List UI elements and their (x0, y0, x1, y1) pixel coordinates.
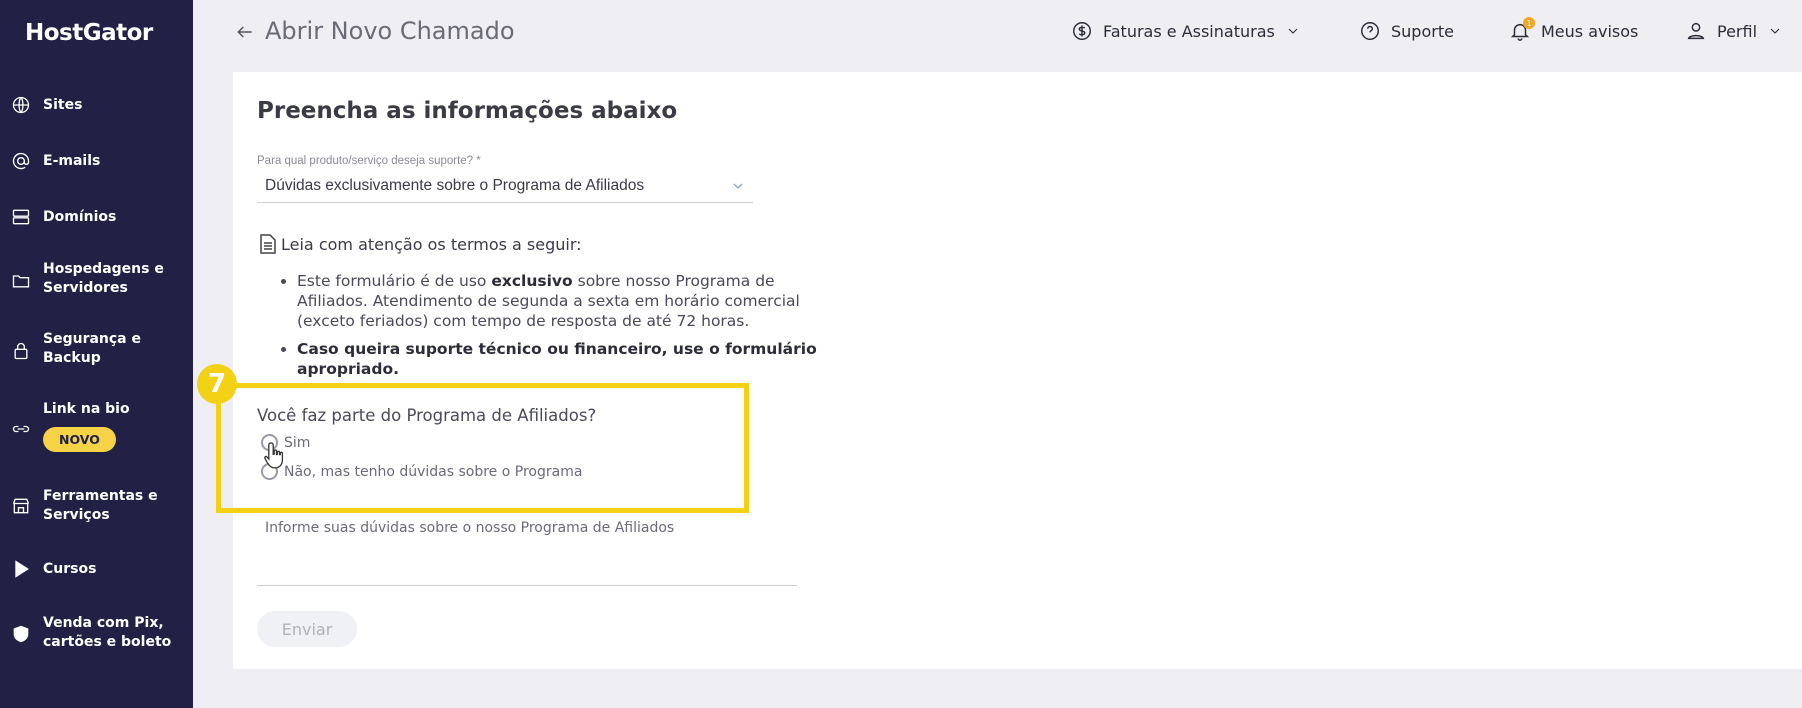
link-icon (10, 418, 32, 440)
term-item: Caso queira suporte técnico ou financeir… (297, 339, 817, 379)
sidebar-item-emails[interactable]: E-mails (0, 150, 193, 174)
shield-icon (10, 623, 32, 645)
notification-count: 1 (1523, 17, 1535, 29)
user-icon (1687, 22, 1705, 40)
terms-title: Leia com atenção os termos a seguir: (281, 234, 582, 254)
step-number-badge: 7 (197, 364, 237, 404)
dollar-icon (1073, 22, 1091, 40)
sidebar-item-label: Hospedagens e Servidores (43, 261, 164, 296)
page-title: Abrir Novo Chamado (265, 17, 515, 45)
sidebar-item-label: Link na bio (43, 401, 130, 417)
sidebar-item-security[interactable]: Segurança e Backup (0, 330, 193, 370)
at-icon (10, 150, 32, 172)
notifications-menu[interactable]: 1 Meus avisos (1509, 17, 1639, 42)
server-icon (10, 206, 32, 228)
sidebar-item-link-bio[interactable]: Link na bio NOVO (0, 400, 193, 460)
form-card: Preencha as informações abaixo Para qual… (233, 72, 1802, 669)
support-menu[interactable]: Suporte (1359, 20, 1454, 42)
chevron-down-icon (733, 183, 743, 189)
submit-button[interactable]: Enviar (257, 611, 357, 647)
notifications-label: Meus avisos (1541, 21, 1639, 41)
help-icon (1361, 22, 1379, 40)
sidebar-item-hosting[interactable]: Hospedagens e Servidores (0, 260, 193, 300)
logo[interactable]: HostGator (25, 20, 153, 46)
folder-icon (10, 270, 32, 292)
sidebar-item-label: Sites (43, 97, 83, 113)
globe-icon (10, 94, 32, 116)
sidebar: HostGator Sites E-mails Domínios Hospeda… (0, 0, 193, 708)
lock-icon (10, 340, 32, 362)
profile-menu[interactable]: Perfil (1685, 20, 1783, 42)
sidebar-item-label: Segurança e Backup (43, 331, 141, 366)
product-select-label: Para qual produto/serviço deseja suporte… (257, 155, 481, 167)
term-item: Este formulário é de uso exclusivo sobre… (297, 271, 817, 331)
sidebar-item-label: Domínios (43, 209, 117, 225)
play-icon (10, 558, 32, 580)
support-label: Suporte (1391, 21, 1454, 41)
form-heading: Preencha as informações abaixo (257, 98, 678, 124)
product-select-value: Dúvidas exclusivamente sobre o Programa … (265, 177, 645, 194)
textarea-placeholder: Informe suas dúvidas sobre o nosso Progr… (265, 520, 675, 536)
tutorial-highlight-box (216, 383, 749, 513)
document-icon (260, 234, 276, 254)
sidebar-item-label: Venda com Pix, cartões e boleto (43, 615, 172, 650)
sidebar-item-label: Cursos (43, 561, 97, 577)
terms-list: Este formulário é de uso exclusivo sobre… (257, 271, 817, 387)
back-arrow-icon[interactable] (235, 22, 255, 42)
sidebar-item-courses[interactable]: Cursos (0, 558, 193, 582)
sidebar-item-tools[interactable]: Ferramentas e Serviços (0, 487, 193, 527)
chevron-down-icon (1288, 28, 1298, 34)
sidebar-item-label: E-mails (43, 153, 101, 169)
store-icon (10, 495, 32, 517)
profile-label: Perfil (1717, 21, 1758, 41)
sidebar-item-domains[interactable]: Domínios (0, 206, 193, 230)
top-bar: Abrir Novo Chamado Faturas e Assinaturas… (193, 0, 1802, 64)
sidebar-item-label: Ferramentas e Serviços (43, 488, 158, 523)
billing-label: Faturas e Assinaturas (1103, 21, 1275, 41)
new-badge: NOVO (43, 427, 116, 452)
terms-heading: Leia com atenção os termos a seguir: (259, 234, 582, 254)
questions-textarea[interactable]: Informe suas dúvidas sobre o nosso Progr… (257, 512, 797, 586)
sidebar-item-sites[interactable]: Sites (0, 94, 193, 118)
product-select[interactable]: Dúvidas exclusivamente sobre o Programa … (257, 172, 753, 203)
chevron-down-icon (1770, 28, 1780, 34)
bell-icon: 1 (1509, 17, 1541, 42)
billing-menu[interactable]: Faturas e Assinaturas (1071, 20, 1301, 42)
hand-cursor-icon (264, 442, 284, 469)
sidebar-item-payments[interactable]: Venda com Pix, cartões e boleto (0, 614, 193, 654)
